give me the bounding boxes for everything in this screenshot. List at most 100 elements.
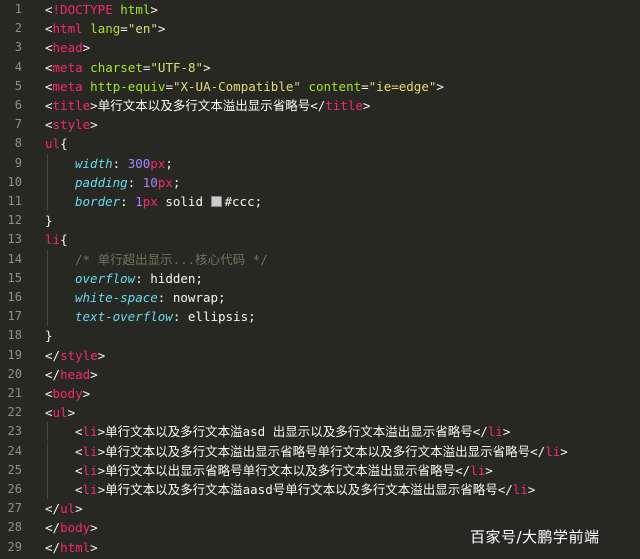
code-token: ul (60, 501, 76, 517)
code-line[interactable]: 7 <style> (0, 115, 640, 134)
code-line[interactable]: 19 </style> (0, 346, 640, 365)
code-line[interactable]: 3 <head> (0, 38, 640, 57)
code-token: li (512, 482, 528, 497)
code-text: <head> (45, 38, 90, 57)
code-text: ul{ (45, 134, 68, 153)
code-token: { (60, 136, 68, 152)
code-token: html (52, 21, 83, 37)
code-token: > (82, 386, 91, 401)
code-token: > (362, 98, 371, 113)
line-number: 7 (14, 117, 22, 132)
code-token: </ (45, 520, 61, 536)
code-token: "en" (127, 21, 158, 37)
code-token: >单行文本以及多行文本溢asd 出显示以及多行文本溢出显示省略号</ (97, 424, 488, 440)
code-line[interactable]: 21 <body> (0, 384, 640, 403)
line-number: 1 (14, 2, 22, 16)
line-number: 3 (14, 40, 22, 55)
code-text: width: 300px; (75, 154, 173, 173)
code-line[interactable]: 8 ul{ (0, 134, 640, 153)
indent-guide (47, 288, 48, 307)
indent-guide (47, 249, 48, 269)
code-line[interactable]: 26 <li>单行文本以及多行文本溢aasd号单行文本以及多行文本溢出显示省略号<… (0, 480, 640, 499)
code-token: </ (45, 539, 61, 555)
code-line[interactable]: 13 li{ (0, 230, 640, 249)
code-line[interactable]: 1 <!DOCTYPE html> (0, 0, 640, 19)
code-line[interactable]: 18} (0, 326, 640, 345)
code-token: body (52, 386, 83, 401)
line-number: 16 (7, 290, 22, 304)
indent-guide (47, 172, 48, 192)
code-line[interactable]: 11 border: 1px solid #ccc; (0, 192, 640, 211)
code-token: < (45, 78, 53, 94)
code-text: <li>单行文本以及多行文本溢asd 出显示以及多行文本溢出显示省略号</li> (75, 422, 510, 441)
code-line[interactable]: 4 <meta charset="UTF-8"> (0, 58, 640, 77)
code-text: } (45, 211, 53, 230)
code-text: </ul> (45, 499, 83, 518)
code-line[interactable]: 15 overflow: hidden; (0, 268, 640, 288)
code-token: "X-UA-Compatible" (172, 78, 301, 94)
code-token: < (45, 405, 53, 421)
code-line[interactable]: 17 text-overflow: ellipsis; (0, 307, 640, 327)
code-token: li (470, 462, 486, 478)
line-number: 12 (7, 213, 22, 228)
code-line[interactable]: 6 <title>单行文本以及多行文本溢出显示省略号</title> (0, 96, 640, 115)
code-line[interactable]: 20 </head> (0, 365, 640, 384)
code-token: > (150, 2, 158, 17)
line-number: 20 (7, 366, 22, 381)
code-token: : ellipsis; (172, 309, 256, 325)
code-token: > (203, 59, 211, 75)
line-number: 6 (14, 98, 22, 112)
code-token: } (45, 213, 53, 229)
code-text: border: 1px solid #ccc; (75, 192, 262, 211)
code-token: white-space (75, 290, 158, 305)
indent-guide (47, 422, 48, 442)
code-line[interactable]: 16 white-space: nowrap; (0, 288, 640, 307)
line-number: 2 (14, 21, 22, 36)
code-token: > (502, 424, 511, 440)
code-line[interactable]: 5 <meta http-equiv="X-UA-Compatible" cont… (0, 77, 640, 96)
line-number: 14 (7, 251, 22, 266)
code-editor[interactable]: 1 <!DOCTYPE html> 2 <html lang="en"> 3 <head>… (0, 0, 640, 559)
code-token: #ccc; (224, 194, 263, 209)
code-token: </ (45, 366, 61, 382)
code-line[interactable]: 14 /* 单行超出显示...核心代码 */ (0, 249, 640, 269)
code-token: head (52, 40, 83, 56)
code-text: </body> (45, 518, 98, 537)
code-token: > (90, 520, 98, 536)
code-line[interactable]: 12} (0, 211, 640, 230)
code-token: width (75, 155, 113, 171)
code-token: > (75, 501, 83, 517)
code-token: meta (52, 59, 83, 75)
code-token: meta (52, 78, 83, 94)
code-token: ul (45, 136, 61, 152)
code-token: li (487, 424, 503, 440)
color-swatch (210, 196, 222, 207)
code-line[interactable]: 25 <li>单行文本以出显示省略号单行文本以及多行文本溢出显示省略号</li> (0, 460, 640, 480)
code-token: lang (90, 21, 121, 37)
code-line[interactable]: 10 padding: 10px; (0, 172, 640, 192)
code-token: > (82, 40, 91, 56)
line-number: 25 (7, 462, 22, 477)
code-line[interactable]: 2 <html lang="en"> (0, 19, 640, 38)
code-line[interactable]: 9 width: 300px; (0, 153, 640, 173)
code-token: style (52, 117, 91, 133)
line-number: 28 (7, 520, 22, 535)
code-token: li (545, 443, 561, 459)
indent-guide (47, 192, 48, 211)
line-number: 26 (7, 482, 22, 496)
code-line[interactable]: 24 <li>单行文本以及多行文本溢出显示省略号单行文本以及多行文本溢出显示省略号… (0, 441, 640, 461)
line-number: 11 (7, 194, 22, 208)
code-token: px (157, 174, 173, 190)
code-token: !DOCTYPE (52, 2, 113, 17)
code-line[interactable]: 23 <li>单行文本以及多行文本溢asd 出显示以及多行文本溢出显示省略号</l… (0, 422, 640, 442)
line-number: 18 (7, 328, 22, 343)
code-text: <li>单行文本以及多行文本溢出显示省略号单行文本以及多行文本溢出显示省略号</… (75, 442, 568, 461)
line-number: 29 (7, 539, 22, 554)
code-line[interactable]: 22 <ul> (0, 403, 640, 422)
code-token: { (60, 232, 68, 248)
code-line[interactable]: 27 </ul> (0, 499, 640, 518)
code-token: >单行文本以出显示省略号单行文本以及多行文本溢出显示省略号</ (97, 462, 471, 478)
code-text: overflow: hidden; (75, 269, 203, 288)
code-token: solid (157, 194, 211, 209)
code-token: > (157, 21, 166, 37)
